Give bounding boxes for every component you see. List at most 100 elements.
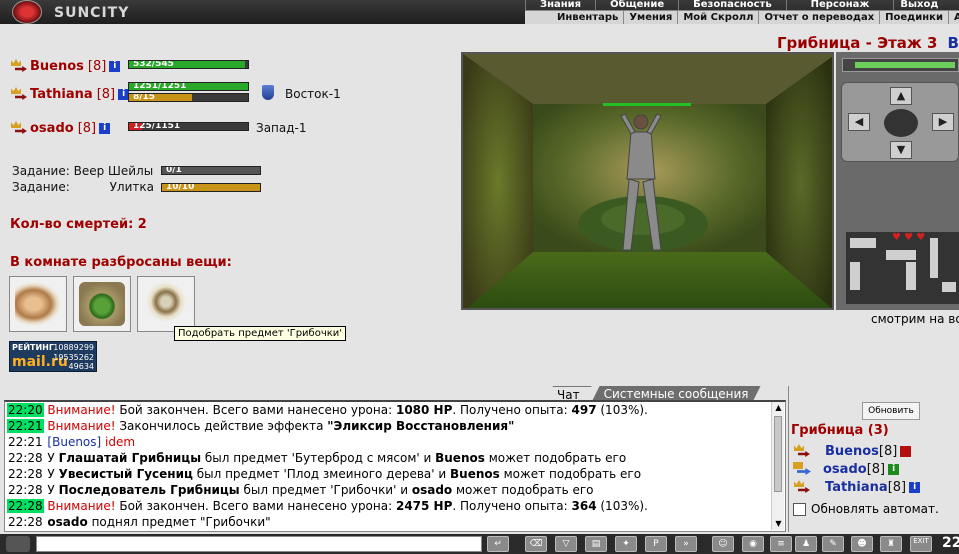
chat-message-text: Увесистый Гусениц	[58, 467, 193, 481]
chat-message-time[interactable]: 22:28	[7, 467, 44, 481]
party-member-location: Запад-1	[256, 121, 307, 135]
sandwich-item[interactable]	[9, 276, 67, 332]
party-member-name[interactable]: Tathiana	[30, 87, 93, 102]
chat-message-text: 497	[571, 403, 597, 417]
submenu-my-scroll[interactable]: Мой Скролл	[678, 11, 760, 24]
turn-right-button[interactable]: ▶	[932, 113, 954, 131]
menu-exit[interactable]: Выход	[893, 0, 944, 10]
bottom-toolbar: ↵ ⌫ ▽ ▤ ✦ P » ☺ ◉ ≡ ♟ ✎ ☻ ♜ EXIT 22	[0, 534, 959, 554]
hp-text: 532/545	[133, 60, 174, 69]
chat-message-time[interactable]: 22:28	[7, 451, 44, 465]
chat-message-time[interactable]: 22:28	[7, 483, 44, 497]
task-progress-bar: 0/1	[161, 166, 261, 175]
crown-icon	[10, 59, 28, 73]
turn-left-button[interactable]: ◀	[848, 113, 870, 131]
auto-refresh-checkbox[interactable]	[793, 502, 806, 516]
party-member-name[interactable]: osado	[30, 121, 74, 136]
submenu-skills[interactable]: Умения	[624, 11, 679, 24]
chat-message-text: был предмет 'Плод змеиного дерева' и	[192, 467, 450, 481]
nav-hp-bar	[842, 58, 959, 72]
scroll-up-icon[interactable]: ▲	[772, 402, 785, 414]
info-icon[interactable]: i	[888, 463, 900, 475]
info-icon[interactable]: i	[909, 481, 921, 493]
party-member-name[interactable]: Buenos	[30, 59, 84, 74]
fruit-item[interactable]	[73, 276, 131, 332]
chat-message-time[interactable]: 22:28	[7, 499, 44, 513]
group-icon[interactable]: ♜	[880, 536, 902, 552]
send-arrow-icon[interactable]: ↵	[487, 536, 509, 552]
filter-icon[interactable]: ▽	[555, 536, 577, 552]
minimap-wall	[850, 238, 876, 248]
submenu-transfers-report[interactable]: Отчет о переводах	[759, 11, 881, 24]
menu-communication[interactable]: Общение	[595, 0, 678, 10]
minimap-wall	[850, 262, 860, 290]
room-player-name[interactable]: osado	[823, 462, 867, 477]
speed-icon[interactable]: »	[675, 536, 697, 552]
hp-bar: 125/1151	[128, 122, 249, 131]
private-icon[interactable]: P	[645, 536, 667, 552]
chat-message-time[interactable]: 22:28	[7, 515, 44, 529]
submenu-more[interactable]: А	[949, 11, 959, 24]
action-icon[interactable]: ✦	[615, 536, 637, 552]
room-player[interactable]: osado [8] i	[793, 461, 900, 477]
task-row: Задание: Улитка	[12, 180, 154, 194]
scroll-thumb[interactable]	[774, 416, 782, 492]
crown-icon	[10, 87, 28, 101]
location-exit-link[interactable]: Вы	[947, 34, 959, 52]
info-icon[interactable]: i	[99, 122, 111, 134]
menu-character[interactable]: Персонаж	[785, 0, 894, 10]
chat-message-time[interactable]: 22:21	[7, 435, 44, 449]
exit-button[interactable]: EXIT	[910, 536, 932, 552]
room-player[interactable]: Tathiana [8] i	[793, 479, 921, 495]
save-log-icon[interactable]: ▤	[585, 536, 607, 552]
compass: ▲ ▼ ◀ ▶	[841, 82, 959, 162]
camera-icon[interactable]: ◉	[742, 536, 764, 552]
navigation-panel: ▲ ▼ ◀ ▶ ♥ ♥ ♥	[836, 52, 959, 310]
location-name: Грибница - Этаж 3	[777, 34, 938, 52]
room-player-name[interactable]: Tathiana	[825, 480, 888, 495]
move-forward-button[interactable]: ▲	[890, 87, 912, 105]
scroll-icon[interactable]: ✎	[822, 536, 844, 552]
info-icon[interactable]: i	[900, 445, 912, 457]
smiley-icon[interactable]: ☺	[712, 536, 734, 552]
chat-message-text: idem	[105, 435, 136, 449]
smiley-menu-icon[interactable]	[6, 536, 30, 552]
top-bar: SUNCITY Знания Общение Безопасность Перс…	[0, 0, 959, 24]
mushrooms-item[interactable]	[137, 276, 195, 332]
party-member-buenos[interactable]: Buenos [8] i	[10, 58, 121, 74]
list-icon[interactable]: ≡	[770, 536, 792, 552]
party-member-osado[interactable]: osado [8] i	[10, 120, 111, 136]
room-player-name[interactable]: Buenos	[825, 444, 879, 459]
party-member-location: Восток-1	[285, 87, 341, 101]
counter-value: 19535262	[53, 353, 94, 362]
submenu-inventory[interactable]: Инвентарь	[525, 11, 625, 24]
move-back-button[interactable]: ▼	[890, 141, 912, 159]
arrow-icon	[793, 462, 811, 476]
shield-icon	[262, 85, 274, 100]
chat-scrollbar[interactable]: ▲ ▼	[771, 402, 784, 530]
info-icon[interactable]: i	[109, 60, 121, 72]
chat-message-text: Внимание!	[47, 499, 116, 513]
rating-counter[interactable]: РЕЙТИНГ mail.ru 10889299 19535262 49634	[9, 341, 97, 372]
chat-message-text: 364	[571, 499, 597, 513]
menu-knowledge[interactable]: Знания	[525, 0, 595, 10]
refresh-button[interactable]: Обновить	[862, 402, 920, 420]
scroll-down-icon[interactable]: ▼	[772, 518, 785, 530]
room-player-level: [8]	[887, 479, 907, 495]
eraser-icon[interactable]: ⌫	[525, 536, 547, 552]
menu-security[interactable]: Безопасность	[678, 0, 786, 10]
chat-input[interactable]	[36, 536, 482, 552]
room-player[interactable]: Buenos [8] i	[793, 443, 912, 459]
chat-message-time[interactable]: 22:21	[7, 419, 44, 433]
chat-message-time[interactable]: 22:20	[7, 403, 44, 417]
person-icon[interactable]: ☻	[851, 536, 873, 552]
task-row: Задание: Веер Шейлы	[12, 164, 153, 178]
mana-text: 8/15	[133, 93, 156, 102]
figure-icon[interactable]: ♟	[795, 536, 817, 552]
look-at-label: смотрим на во	[871, 312, 959, 326]
auto-refresh-toggle[interactable]: Обновлять автомат.	[793, 502, 939, 516]
room-view[interactable]	[461, 52, 834, 310]
party-member-tathiana[interactable]: Tathiana [8] i	[10, 86, 130, 102]
submenu-duels[interactable]: Поединки	[880, 11, 949, 24]
chat-message-text: поднял предмет "Грибочки"	[87, 515, 271, 529]
